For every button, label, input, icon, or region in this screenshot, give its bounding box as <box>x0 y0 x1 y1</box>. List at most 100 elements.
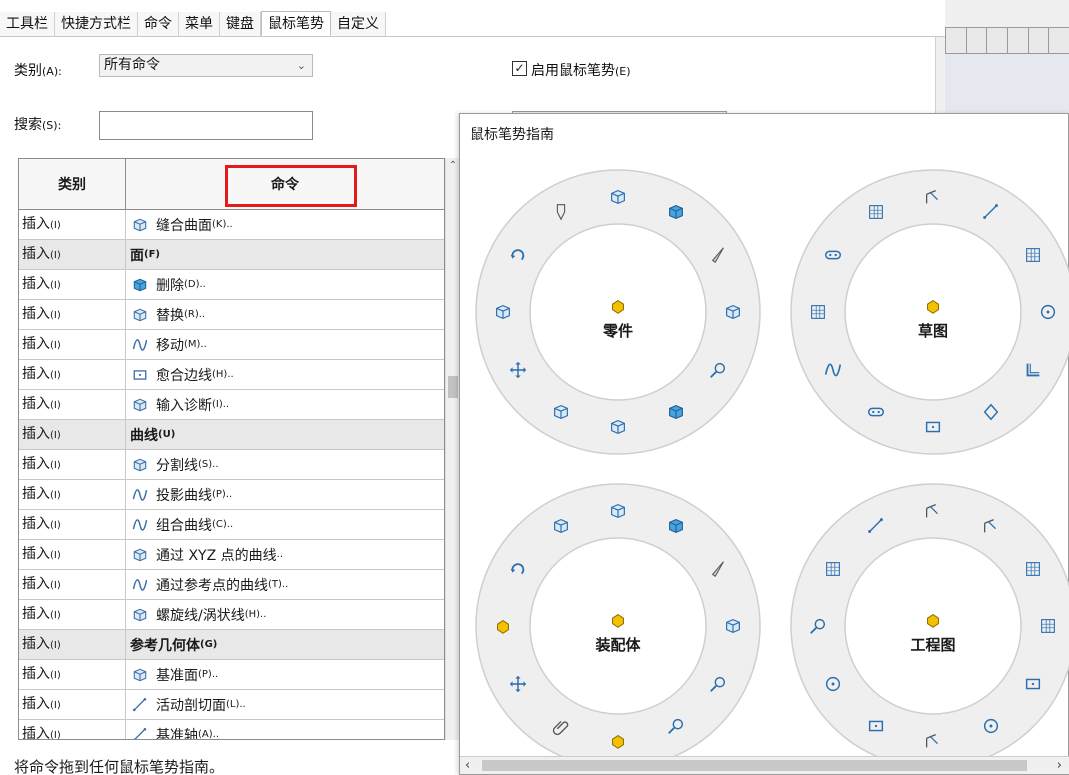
tab-mouse-gestures[interactable]: 鼠标笔势 <box>261 11 331 36</box>
row-command[interactable]: 分割线 (S).. <box>126 450 444 479</box>
table-row[interactable]: 插入(I) 基准面 (P).. <box>19 660 444 690</box>
drawing-table-icon[interactable] <box>823 559 843 579</box>
box-corner-icon[interactable] <box>551 402 571 422</box>
pin-icon[interactable] <box>551 202 571 222</box>
table-row[interactable]: 插入(I) 螺旋线/涡状线 (H).. <box>19 600 444 630</box>
row-command[interactable]: 基准轴 (A).. <box>126 720 444 739</box>
view-icon[interactable] <box>1038 616 1058 636</box>
row-command[interactable]: 替换 (R).. <box>126 300 444 329</box>
row-command[interactable]: 删除 (D).. <box>126 270 444 299</box>
note-icon[interactable] <box>981 516 1001 536</box>
row-command[interactable]: 通过 XYZ 点的曲线.. <box>126 540 444 569</box>
table-icon[interactable] <box>1023 559 1043 579</box>
part-gesture-wheel[interactable]: 零件 <box>474 168 762 456</box>
relations-icon[interactable] <box>1023 245 1043 265</box>
slot-icon[interactable] <box>866 402 886 422</box>
zoom-area-icon[interactable] <box>666 716 686 736</box>
tab-keyboard[interactable]: 键盘 <box>220 12 261 36</box>
column-header-category[interactable]: 类别 <box>19 159 126 209</box>
table-row[interactable]: 插入(I) 愈合边线 (H).. <box>19 360 444 390</box>
box-outline-icon[interactable] <box>551 516 571 536</box>
rotate-icon[interactable] <box>508 245 528 265</box>
leader-icon[interactable] <box>923 731 943 751</box>
smart-dimension-icon[interactable] <box>923 187 943 207</box>
table-row[interactable]: 插入(I) 删除 (D).. <box>19 270 444 300</box>
polygon-icon[interactable] <box>981 402 1001 422</box>
mate-icon[interactable] <box>608 731 628 751</box>
centerline-icon[interactable] <box>866 516 886 536</box>
row-command[interactable]: 输入诊断 (I).. <box>126 390 444 419</box>
move-icon[interactable] <box>508 674 528 694</box>
table-group-row[interactable]: 插入(I) 面 (F) <box>19 240 444 270</box>
line-icon[interactable] <box>981 202 1001 222</box>
search-input[interactable] <box>99 111 313 140</box>
row-command[interactable]: 缝合曲面 (K).. <box>126 210 444 239</box>
circle-icon[interactable] <box>1038 302 1058 322</box>
row-command[interactable]: 面 (F) <box>126 240 444 269</box>
row-command[interactable]: 活动剖切面 (L).. <box>126 690 444 719</box>
box-outline-icon[interactable] <box>723 302 743 322</box>
scroll-thumb[interactable] <box>448 376 458 398</box>
sketch-gesture-wheel[interactable]: 草图 <box>789 168 1069 456</box>
scroll-up-icon[interactable]: ⌃ <box>446 160 460 171</box>
table-row[interactable]: 插入(I) 通过参考点的曲线 (T).. <box>19 570 444 600</box>
box-icon[interactable] <box>608 501 628 521</box>
corner-icon[interactable] <box>1023 360 1043 380</box>
table-row[interactable]: 插入(I) 移动 (M).. <box>19 330 444 360</box>
edit-sketch-icon[interactable] <box>866 202 886 222</box>
table-row[interactable]: 插入(I) 基准轴 (A).. <box>19 720 444 739</box>
tab-menus[interactable]: 菜单 <box>179 12 220 36</box>
row-command[interactable]: 曲线 (U) <box>126 420 444 449</box>
cone-icon[interactable] <box>708 245 728 265</box>
scroll-right-icon[interactable]: › <box>1057 758 1062 773</box>
box-front-icon[interactable] <box>608 417 628 437</box>
row-command[interactable]: 基准面 (P).. <box>126 660 444 689</box>
tab-shortcut-bars[interactable]: 快捷方式栏 <box>55 12 138 36</box>
slot-alt-icon[interactable] <box>823 245 843 265</box>
tab-commands[interactable]: 命令 <box>138 12 179 36</box>
feature-icon[interactable] <box>493 302 513 322</box>
solid-cube-icon[interactable] <box>666 516 686 536</box>
row-command[interactable]: 移动 (M).. <box>126 330 444 359</box>
zoom-icon[interactable] <box>708 360 728 380</box>
guide-hscrollbar[interactable]: ‹ › <box>460 756 1069 774</box>
center-mark-icon[interactable] <box>981 716 1001 736</box>
tab-customization[interactable]: 自定义 <box>331 12 386 36</box>
row-command[interactable]: 组合曲线 (C).. <box>126 510 444 539</box>
scroll-left-icon[interactable]: ‹ <box>465 758 470 773</box>
table-group-row[interactable]: 插入(I) 曲线 (U) <box>19 420 444 450</box>
cone-icon[interactable] <box>708 559 728 579</box>
hscroll-thumb[interactable] <box>482 760 1027 771</box>
spline-icon[interactable] <box>823 360 843 380</box>
category-select[interactable]: 所有命令 ⌄ <box>99 54 313 77</box>
table-row[interactable]: 插入(I) 活动剖切面 (L).. <box>19 690 444 720</box>
detail-view-icon[interactable] <box>866 716 886 736</box>
move-icon[interactable] <box>508 360 528 380</box>
zoom-icon[interactable] <box>708 674 728 694</box>
solid-face-icon[interactable] <box>666 402 686 422</box>
row-command[interactable]: 愈合边线 (H).. <box>126 360 444 389</box>
insert-component-icon[interactable] <box>723 616 743 636</box>
annotation-icon[interactable] <box>823 674 843 694</box>
rotate-icon[interactable] <box>508 559 528 579</box>
solid-cube-icon[interactable] <box>666 202 686 222</box>
rectangle-icon[interactable] <box>1023 674 1043 694</box>
assembly-gesture-wheel[interactable]: 装配体 <box>474 482 762 770</box>
table-row[interactable]: 插入(I) 分割线 (S).. <box>19 450 444 480</box>
table-group-row[interactable]: 插入(I) 参考几何体 (G) <box>19 630 444 660</box>
assembly-feature-icon[interactable] <box>493 616 513 636</box>
grid-icon[interactable] <box>808 302 828 322</box>
rectangle-icon[interactable] <box>923 417 943 437</box>
table-scrollbar[interactable]: ⌃ <box>445 158 459 740</box>
table-row[interactable]: 插入(I) 通过 XYZ 点的曲线.. <box>19 540 444 570</box>
tab-toolbars[interactable]: 工具栏 <box>0 12 55 36</box>
drawing-gesture-wheel[interactable]: 工程图 <box>789 482 1069 770</box>
box-icon[interactable] <box>608 187 628 207</box>
column-header-command[interactable]: 命令 <box>126 159 444 209</box>
row-command[interactable]: 通过参考点的曲线 (T).. <box>126 570 444 599</box>
dimension-icon[interactable] <box>923 501 943 521</box>
row-command[interactable]: 螺旋线/涡状线 (H).. <box>126 600 444 629</box>
row-command[interactable]: 参考几何体 (G) <box>126 630 444 659</box>
table-row[interactable]: 插入(I) 替换 (R).. <box>19 300 444 330</box>
table-row[interactable]: 插入(I) 投影曲线 (P).. <box>19 480 444 510</box>
